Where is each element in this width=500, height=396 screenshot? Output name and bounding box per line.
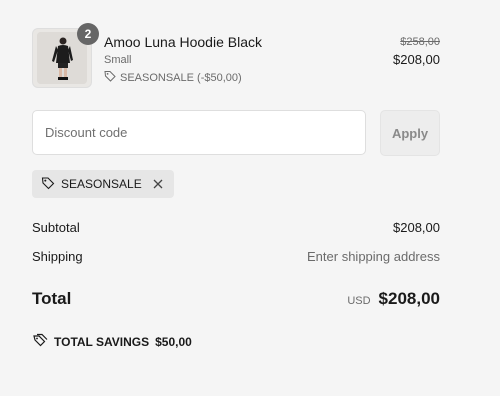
savings-label: TOTAL SAVINGS (54, 334, 150, 349)
savings-value: $50,00 (155, 334, 192, 349)
discount-form: Apply (32, 110, 440, 157)
total-savings: TOTAL SAVINGS $50,00 (32, 333, 192, 350)
close-icon[interactable] (152, 178, 164, 190)
subtotal-row: Subtotal $208,00 (32, 220, 440, 235)
total-amount-group: USD $208,00 (347, 289, 440, 309)
original-price: $258,00 (400, 36, 440, 48)
quantity-badge: 2 (77, 23, 99, 45)
discount-code-input[interactable] (32, 110, 366, 155)
product-variant: Small (104, 54, 132, 66)
total-row: Total USD $208,00 (32, 289, 440, 309)
tags-icon (32, 333, 48, 350)
tag-icon (41, 176, 55, 193)
shipping-row: Shipping Enter shipping address (32, 249, 440, 264)
subtotal-value: $208,00 (393, 220, 440, 235)
line-item-discount: SEASONSALE (-$50,00) (104, 70, 242, 85)
currency-code: USD (347, 295, 371, 307)
total-value: $208,00 (378, 289, 440, 308)
tag-icon (104, 70, 116, 85)
shipping-value: Enter shipping address (307, 249, 440, 264)
total-label: Total (32, 289, 72, 308)
product-thumbnail: 2 (32, 23, 99, 88)
applied-discount-tag: SEASONSALE (32, 170, 174, 198)
apply-button[interactable]: Apply (380, 110, 440, 156)
product-name: Amoo Luna Hoodie Black (104, 34, 262, 50)
applied-discount-code: SEASONSALE (61, 177, 142, 191)
shipping-label: Shipping (32, 249, 83, 264)
current-price: $208,00 (393, 52, 440, 67)
line-item-discount-text: SEASONSALE (-$50,00) (120, 71, 242, 84)
subtotal-label: Subtotal (32, 220, 80, 235)
order-line-item: 2 Amoo Luna Hoodie Black Small SEASONSAL… (32, 23, 440, 88)
